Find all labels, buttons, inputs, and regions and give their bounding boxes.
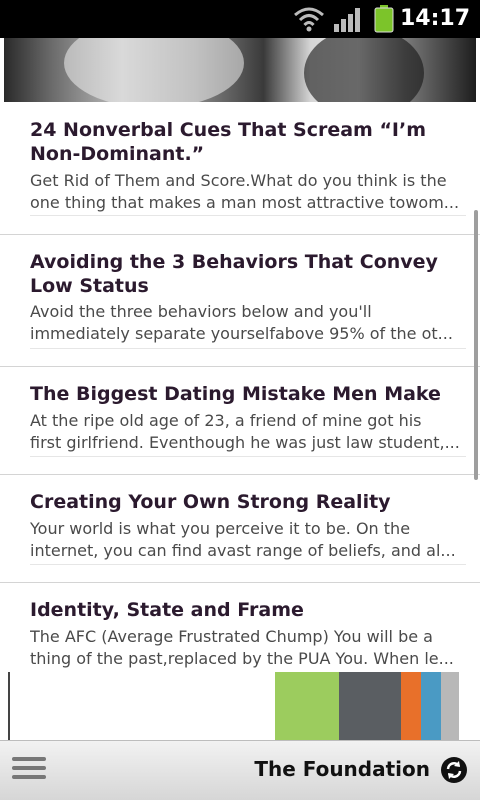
- banner-block: [339, 672, 401, 740]
- scrollbar[interactable]: [474, 210, 478, 480]
- list-item[interactable]: Avoiding the 3 Behaviors That Convey Low…: [0, 235, 480, 367]
- article-title: 24 Nonverbal Cues That Scream “I’m Non-D…: [30, 119, 427, 165]
- banner-block: [421, 672, 441, 740]
- bottom-bar: The Foundation: [0, 740, 480, 800]
- list-item[interactable]: Creating Your Own Strong Reality Your wo…: [0, 475, 480, 583]
- list-item[interactable]: The Biggest Dating Mistake Men Make At t…: [0, 367, 480, 475]
- article-summary: Avoid the three behaviors below and you'…: [30, 302, 453, 343]
- clock: 14:17: [399, 6, 470, 31]
- list-item[interactable]: Identity, State and Frame The AFC (Avera…: [0, 583, 480, 672]
- refresh-icon[interactable]: [440, 756, 468, 784]
- article-summary: The AFC (Average Frustrated Chump) You w…: [30, 627, 454, 668]
- article-title: Identity, State and Frame: [30, 599, 304, 621]
- article-summary: At the ripe old age of 23, a friend of m…: [30, 411, 460, 452]
- article-summary: Your world is what you perceive it to be…: [30, 519, 456, 560]
- article-list[interactable]: 24 Nonverbal Cues That Scream “I’m Non-D…: [0, 102, 480, 672]
- banner-block: [401, 672, 421, 740]
- article-summary: Get Rid of Them and Score.What do you th…: [30, 171, 460, 212]
- signal-icon: [334, 8, 360, 32]
- article-title: Creating Your Own Strong Reality: [30, 491, 391, 513]
- list-item[interactable]: 24 Nonverbal Cues That Scream “I’m Non-D…: [0, 102, 480, 235]
- menu-icon[interactable]: [12, 757, 46, 785]
- wifi-icon: [294, 7, 324, 32]
- battery-icon: [374, 5, 394, 33]
- page-title: The Foundation: [254, 757, 430, 781]
- article-title: The Biggest Dating Mistake Men Make: [30, 383, 441, 405]
- article-title: Avoiding the 3 Behaviors That Convey Low…: [30, 251, 438, 297]
- banner-block: [441, 672, 459, 740]
- header-image: [4, 38, 476, 102]
- status-bar: 14:17: [0, 0, 480, 38]
- ad-banner[interactable]: [8, 672, 472, 740]
- banner-block: [275, 672, 339, 740]
